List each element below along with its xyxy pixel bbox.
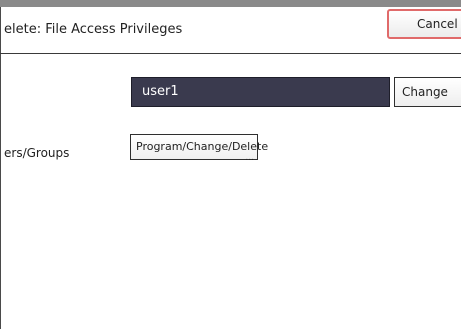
change-button[interactable]: Change xyxy=(394,77,461,107)
program-change-delete-button[interactable]: Program/Change/Delete ... xyxy=(130,134,268,163)
more-options-indicator: ... xyxy=(245,153,254,163)
cancel-button[interactable]: Cancel xyxy=(387,9,461,39)
user-name-field: user1 xyxy=(131,77,390,107)
page-title: elete: File Access Privileges xyxy=(4,22,183,37)
users-groups-label: ers/Groups xyxy=(4,146,70,160)
dialog-frame xyxy=(0,7,460,329)
top-status-bar xyxy=(0,0,461,7)
program-change-delete-label: Program/Change/Delete xyxy=(136,140,269,153)
